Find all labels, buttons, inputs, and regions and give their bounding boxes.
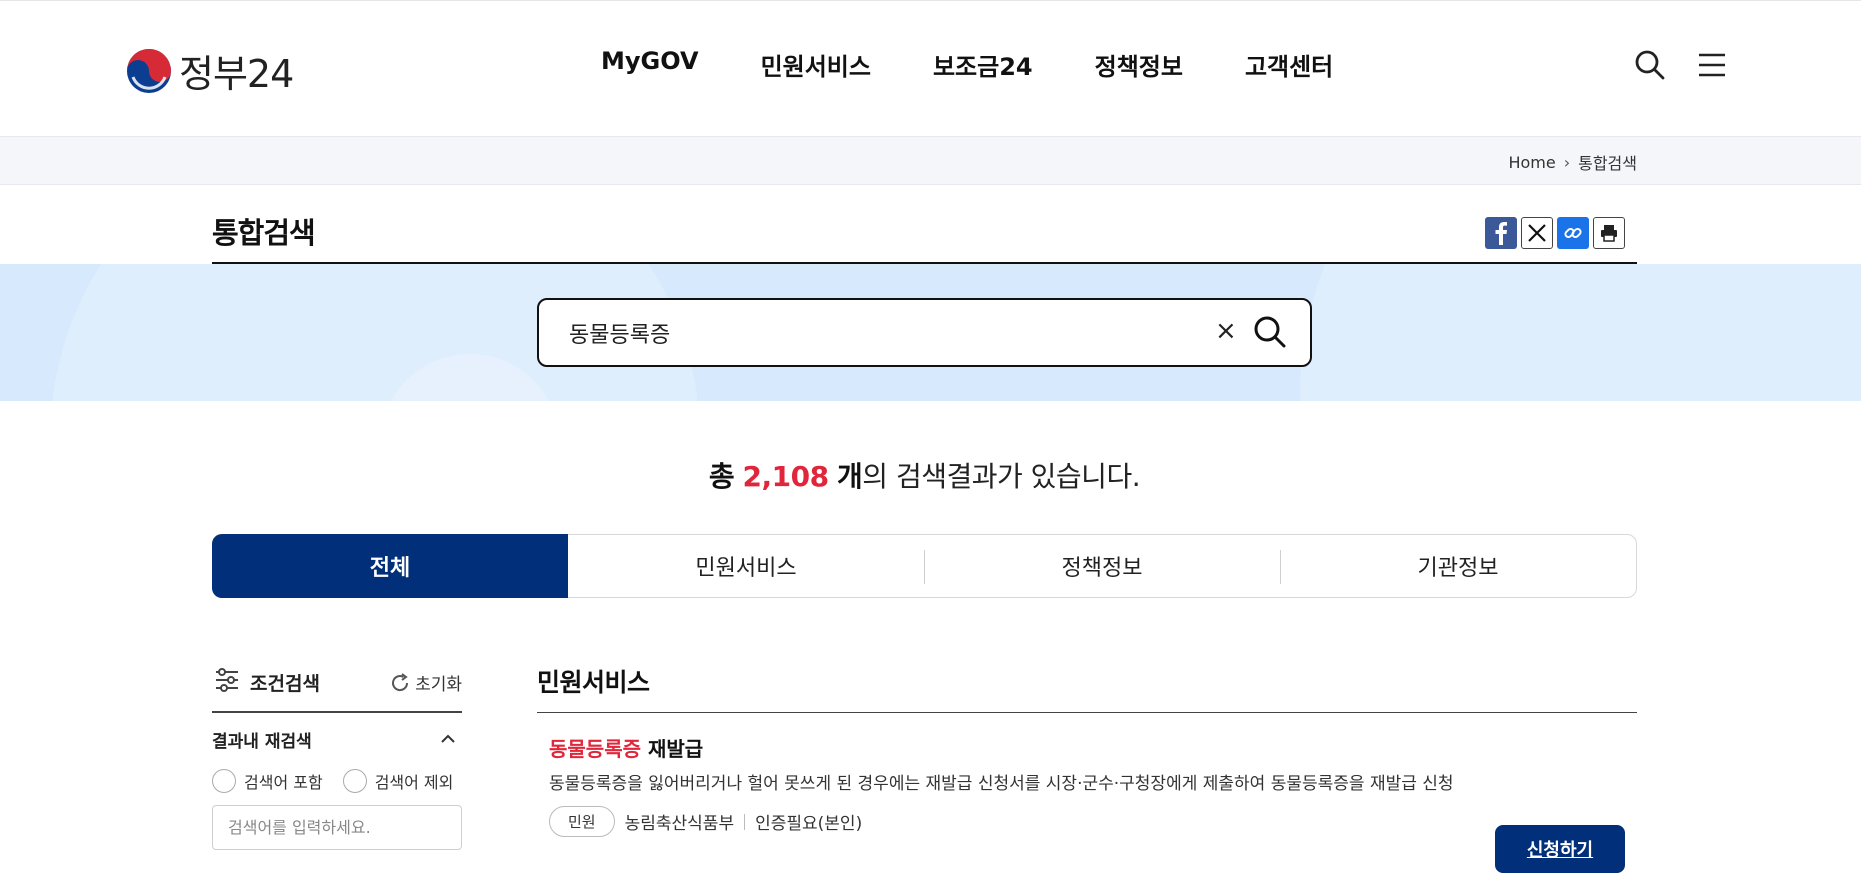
meta-divider: [744, 813, 746, 830]
result-tabs: 전체 민원서비스 정책정보 기관정보: [212, 534, 1637, 598]
clear-search-button[interactable]: ×: [1215, 316, 1237, 346]
tab-all[interactable]: 전체: [212, 534, 568, 598]
result-count-suffix: 의 검색결과가 있습니다.: [862, 460, 1141, 493]
nav-subsidy24[interactable]: 보조금24: [933, 47, 1033, 82]
print-icon: [1601, 225, 1617, 242]
header-tools: [1634, 49, 1728, 81]
search-input[interactable]: [569, 318, 1189, 348]
radio-circle[interactable]: [342, 769, 367, 793]
link-icon: [1564, 227, 1582, 239]
sliders-icon: [216, 668, 238, 692]
title-row: 통합검색: [212, 185, 1637, 264]
logo-text: 정부24: [179, 52, 294, 96]
x-share-button[interactable]: [1521, 217, 1553, 249]
filter-title: 조건검색: [250, 673, 320, 695]
result-count-unit: 개: [837, 460, 863, 493]
agency-name: 농림축산식품부: [624, 814, 735, 834]
tab-civil-service[interactable]: 민원서비스: [568, 535, 924, 597]
breadcrumb-separator: ›: [1563, 152, 1571, 172]
refine-search-input[interactable]: [212, 805, 462, 850]
reset-label: 초기화: [415, 675, 462, 695]
share-tools: [1485, 217, 1625, 249]
breadcrumb-bar: Home › 통합검색: [0, 136, 1861, 185]
exclude-keyword-radio[interactable]: 검색어 제외: [342, 769, 454, 793]
tab-policy-info[interactable]: 정책정보: [924, 535, 1280, 597]
exclude-keyword-label: 검색어 제외: [374, 773, 454, 792]
include-keyword-radio[interactable]: 검색어 포함: [212, 769, 323, 793]
nav-policy-info[interactable]: 정책정보: [1095, 47, 1183, 82]
result-meta: 민원 농림축산식품부 인증필요(본인): [549, 806, 1625, 837]
result-description: 동물등록증을 잃어버리거나 헐어 못쓰게 된 경우에는 재발급 신청서를 시장·…: [549, 774, 1454, 794]
breadcrumb: Home › 통합검색: [1508, 150, 1637, 174]
refresh-icon: [392, 672, 409, 691]
search-submit-icon[interactable]: [1253, 315, 1287, 349]
radio-circle[interactable]: [212, 769, 236, 793]
nav-mygov[interactable]: MyGOV: [601, 47, 699, 82]
print-button[interactable]: [1593, 217, 1625, 249]
search-icon[interactable]: [1634, 49, 1666, 81]
result-title-highlight: 동물등록증: [549, 737, 641, 761]
include-keyword-label: 검색어 포함: [244, 773, 323, 792]
page-title: 통합검색: [212, 216, 316, 250]
tab-agency-info[interactable]: 기관정보: [1280, 535, 1636, 597]
result-title-rest: 재발급: [641, 737, 704, 761]
x-logo-icon: [1528, 224, 1546, 242]
breadcrumb-current: 통합검색: [1578, 154, 1637, 173]
result-count: 총 2,108 개의 검색결과가 있습니다.: [0, 455, 1849, 495]
breadcrumb-home[interactable]: Home: [1508, 153, 1555, 172]
refine-search-title: 결과내 재검색: [212, 732, 312, 752]
facebook-share-button[interactable]: [1485, 217, 1517, 249]
result-title[interactable]: 동물등록증 재발급: [549, 733, 1625, 762]
result-count-prefix: 총: [708, 460, 735, 493]
apply-button[interactable]: 신청하기: [1495, 825, 1625, 873]
facebook-icon: [1495, 222, 1507, 245]
chevron-up-icon[interactable]: [440, 731, 456, 747]
taegeuk-logo-icon: [127, 48, 171, 93]
band-decoration: [1300, 264, 1861, 401]
site-header: 정부24 MyGOV 민원서비스 보조금24 정책정보 고객센터: [0, 0, 1861, 136]
nav-civil-service[interactable]: 민원서비스: [761, 47, 871, 82]
main-nav: MyGOV 민원서비스 보조금24 정책정보 고객센터: [601, 47, 1395, 82]
filter-panel: 조건검색 초기화 결과내 재검색 검색어 포함 검색어 제외: [212, 665, 462, 850]
refine-options: 검색어 포함 검색어 제외: [212, 769, 462, 793]
nav-customer-center[interactable]: 고객센터: [1245, 47, 1333, 82]
result-count-number: 2,108: [742, 460, 830, 493]
menu-icon[interactable]: [1696, 49, 1728, 81]
site-logo[interactable]: 정부24: [125, 43, 294, 98]
results-section: 민원서비스 동물등록증 재발급 동물등록증을 잃어버리거나 헐어 못쓰게 된 경…: [537, 663, 1637, 873]
search-box: ×: [537, 298, 1312, 367]
reset-button[interactable]: 초기화: [390, 670, 462, 695]
refine-search-header[interactable]: 결과내 재검색: [212, 727, 462, 757]
list-item: 동물등록증 재발급 동물등록증을 잃어버리거나 헐어 못쓰게 된 경우에는 재발…: [537, 713, 1637, 873]
copy-link-button[interactable]: [1557, 217, 1589, 249]
category-badge: 민원: [549, 806, 615, 837]
auth-requirement: 인증필요(본인): [755, 814, 863, 834]
section-title: 민원서비스: [537, 663, 1637, 713]
filter-header: 조건검색 초기화: [212, 665, 462, 713]
search-band: ×: [0, 264, 1861, 401]
